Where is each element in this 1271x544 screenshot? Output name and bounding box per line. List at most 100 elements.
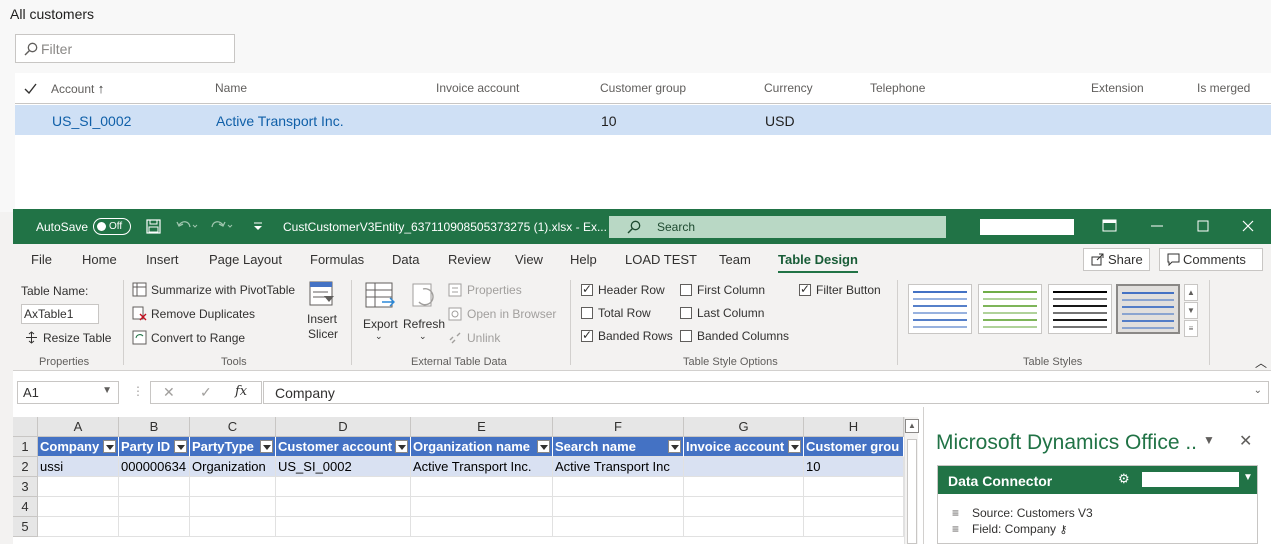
column-header[interactable]: C bbox=[190, 417, 276, 437]
banded-columns-checkbox[interactable] bbox=[680, 330, 692, 342]
styles-scroll-down-icon[interactable]: ▼ bbox=[1184, 302, 1198, 319]
first-column-checkbox[interactable] bbox=[680, 284, 692, 296]
export-icon[interactable] bbox=[364, 280, 396, 312]
tab-view[interactable]: View bbox=[515, 252, 543, 267]
filter-dropdown-icon[interactable] bbox=[103, 440, 116, 453]
col-account[interactable]: Account ↑ bbox=[51, 81, 104, 96]
comments-button[interactable]: Comments bbox=[1159, 248, 1263, 271]
ribbon-display-options-icon[interactable] bbox=[1100, 216, 1120, 236]
empty-cell[interactable] bbox=[804, 477, 904, 497]
column-header[interactable]: A bbox=[38, 417, 119, 437]
expand-formula-icon[interactable]: ⌄ bbox=[1254, 385, 1262, 396]
tab-formulas[interactable]: Formulas bbox=[310, 252, 364, 267]
refresh-dropdown-icon[interactable]: ⌄ bbox=[419, 331, 427, 342]
col-is-merged[interactable]: Is merged bbox=[1197, 81, 1250, 95]
table-header-cell[interactable]: Search name bbox=[553, 437, 684, 457]
styles-more-icon[interactable]: ≡ bbox=[1184, 320, 1198, 337]
insert-slicer-label-1[interactable]: Insert bbox=[307, 312, 337, 326]
tab-load-test[interactable]: LOAD TEST bbox=[625, 252, 697, 267]
empty-cell[interactable] bbox=[411, 517, 553, 537]
open-in-browser-button[interactable]: Open in Browser bbox=[467, 307, 556, 321]
tab-page-layout[interactable]: Page Layout bbox=[209, 252, 282, 267]
empty-cell[interactable] bbox=[804, 517, 904, 537]
filter-button-checkbox[interactable] bbox=[799, 282, 811, 296]
data-cell[interactable]: Organization bbox=[190, 457, 276, 477]
table-header-cell[interactable]: Party ID bbox=[119, 437, 190, 457]
column-header[interactable]: D bbox=[276, 417, 411, 437]
empty-cell[interactable] bbox=[119, 497, 190, 517]
enter-icon[interactable]: ✓ bbox=[200, 384, 212, 401]
account-link[interactable]: US_SI_0002 bbox=[52, 113, 131, 129]
empty-cell[interactable] bbox=[411, 497, 553, 517]
col-currency[interactable]: Currency bbox=[764, 81, 813, 95]
column-header[interactable]: B bbox=[119, 417, 190, 437]
properties-button[interactable]: Properties bbox=[467, 283, 522, 297]
table-header-cell[interactable]: Customer account bbox=[276, 437, 411, 457]
select-all-check-icon[interactable] bbox=[24, 83, 37, 94]
table-style-swatch[interactable] bbox=[1048, 284, 1112, 334]
empty-cell[interactable] bbox=[38, 477, 119, 497]
title-search-box[interactable]: Search bbox=[609, 216, 946, 238]
empty-cell[interactable] bbox=[276, 517, 411, 537]
cancel-icon[interactable]: ✕ bbox=[163, 384, 175, 401]
row-header[interactable]: 4 bbox=[13, 497, 38, 517]
empty-cell[interactable] bbox=[38, 497, 119, 517]
redo-icon[interactable] bbox=[211, 219, 233, 234]
tab-table-design[interactable]: Table Design bbox=[778, 252, 858, 273]
name-link[interactable]: Active Transport Inc. bbox=[216, 113, 344, 129]
refresh-icon[interactable] bbox=[411, 280, 439, 312]
banded-rows-checkbox[interactable] bbox=[581, 328, 593, 342]
scroll-thumb[interactable] bbox=[907, 439, 917, 544]
column-header[interactable]: F bbox=[553, 417, 684, 437]
empty-cell[interactable] bbox=[684, 497, 804, 517]
data-cell[interactable]: 000000634 bbox=[119, 457, 190, 477]
empty-cell[interactable] bbox=[190, 497, 276, 517]
last-column-checkbox[interactable] bbox=[680, 307, 692, 319]
col-customer-group[interactable]: Customer group bbox=[600, 81, 686, 95]
filter-box[interactable] bbox=[15, 34, 235, 63]
empty-cell[interactable] bbox=[190, 517, 276, 537]
empty-cell[interactable] bbox=[411, 477, 553, 497]
user-box[interactable] bbox=[1142, 472, 1239, 487]
empty-cell[interactable] bbox=[553, 497, 684, 517]
convert-to-range-button[interactable]: Convert to Range bbox=[151, 331, 245, 345]
export-dropdown-icon[interactable]: ⌄ bbox=[375, 331, 383, 342]
maximize-icon[interactable] bbox=[1193, 216, 1213, 236]
chevron-down-icon[interactable]: ▼ bbox=[1243, 472, 1253, 483]
filter-dropdown-icon[interactable] bbox=[260, 440, 273, 453]
table-header-cell[interactable]: Organization name bbox=[411, 437, 553, 457]
data-cell[interactable]: US_SI_0002 bbox=[276, 457, 411, 477]
customize-toolbar-icon[interactable] bbox=[253, 222, 263, 231]
filter-input[interactable] bbox=[41, 39, 231, 59]
tab-team[interactable]: Team bbox=[719, 252, 751, 267]
table-header-cell[interactable]: Invoice account bbox=[684, 437, 804, 457]
user-account[interactable] bbox=[980, 219, 1074, 235]
share-button[interactable]: Share bbox=[1083, 248, 1150, 271]
vertical-scrollbar[interactable]: ▲ bbox=[904, 417, 919, 544]
empty-cell[interactable] bbox=[190, 477, 276, 497]
resize-table-button[interactable]: Resize Table bbox=[43, 331, 111, 345]
empty-cell[interactable] bbox=[38, 517, 119, 537]
row-header[interactable]: 2 bbox=[13, 457, 38, 477]
tab-review[interactable]: Review bbox=[448, 252, 491, 267]
table-row[interactable]: US_SI_0002 Active Transport Inc. 10 USD bbox=[15, 105, 1271, 135]
close-icon[interactable] bbox=[1238, 216, 1258, 236]
undo-icon[interactable] bbox=[176, 219, 198, 234]
minimize-icon[interactable] bbox=[1147, 216, 1167, 236]
row-header[interactable]: 5 bbox=[13, 517, 38, 537]
table-style-swatch[interactable] bbox=[1116, 284, 1180, 334]
data-cell[interactable]: Active Transport Inc bbox=[553, 457, 684, 477]
empty-cell[interactable] bbox=[684, 477, 804, 497]
formula-input[interactable]: Company ⌄ bbox=[263, 381, 1269, 404]
tab-home[interactable]: Home bbox=[82, 252, 117, 267]
row-header[interactable]: 1 bbox=[13, 437, 38, 457]
refresh-button[interactable]: Refresh bbox=[403, 317, 445, 331]
header-row-checkbox[interactable] bbox=[581, 282, 593, 296]
empty-cell[interactable] bbox=[684, 517, 804, 537]
empty-cell[interactable] bbox=[804, 497, 904, 517]
autosave-toggle[interactable]: Off bbox=[93, 218, 131, 235]
filter-dropdown-icon[interactable] bbox=[174, 440, 187, 453]
tab-help[interactable]: Help bbox=[570, 252, 597, 267]
styles-scroll-up-icon[interactable]: ▲ bbox=[1184, 284, 1198, 301]
col-invoice-account[interactable]: Invoice account bbox=[436, 81, 519, 95]
